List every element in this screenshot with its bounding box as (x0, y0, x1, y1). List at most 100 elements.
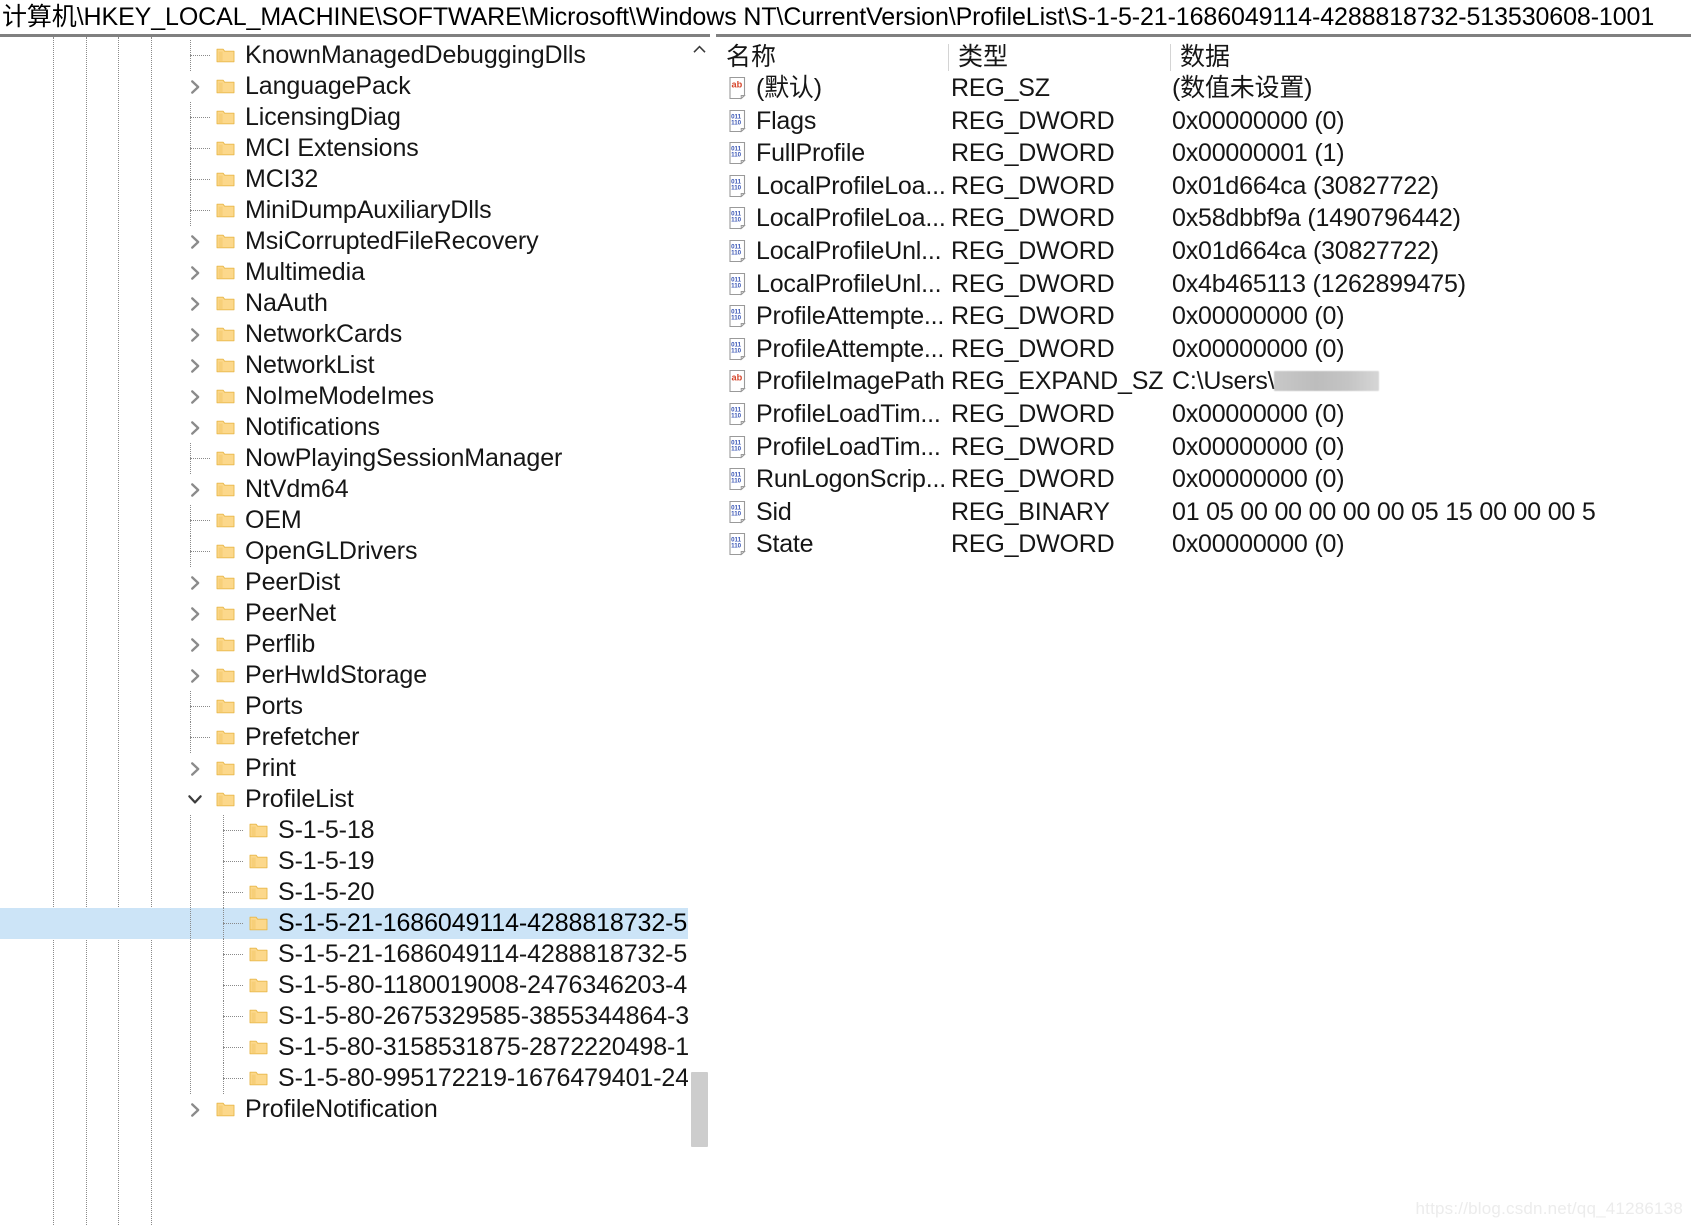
value-row[interactable]: 011 110 LocalProfileLoa... REG_DWORD 0x58dbb… (716, 202, 1691, 235)
scroll-thumb[interactable] (691, 1072, 708, 1147)
tree-item[interactable]: OpenGLDrivers (0, 536, 688, 567)
svg-text:110: 110 (731, 510, 742, 517)
chevron-right-icon[interactable] (184, 71, 206, 102)
tree-item[interactable]: KnownManagedDebuggingDlls (0, 40, 688, 71)
tree-item[interactable]: MiniDumpAuxiliaryDlls (0, 195, 688, 226)
column-header-name[interactable]: 名称 (716, 40, 948, 75)
tree-item[interactable]: S-1-5-80-995172219-1676479401-241 (0, 1063, 688, 1094)
svg-text:110: 110 (731, 315, 742, 322)
tree-connector-line (223, 923, 243, 924)
tree-item[interactable]: Ports (0, 691, 688, 722)
tree-item[interactable]: Prefetcher (0, 722, 688, 753)
value-row[interactable]: 011 110 State REG_DWORD 0x00000000 (0) (716, 528, 1691, 561)
tree-item[interactable]: ProfileNotification (0, 1094, 688, 1125)
tree-item[interactable]: NetworkList (0, 350, 688, 381)
tree-item[interactable]: Notifications (0, 412, 688, 443)
tree-item[interactable]: MsiCorruptedFileRecovery (0, 226, 688, 257)
tree-connector-line (190, 706, 210, 707)
tree-item[interactable]: ProfileList (0, 784, 688, 815)
folder-icon (216, 574, 235, 591)
tree-item[interactable]: S-1-5-20 (0, 877, 688, 908)
column-header-type[interactable]: 类型 (948, 40, 1170, 75)
chevron-right-icon[interactable] (184, 319, 206, 350)
chevron-right-icon[interactable] (184, 381, 206, 412)
chevron-right-icon[interactable] (184, 257, 206, 288)
chevron-right-icon[interactable] (184, 753, 206, 784)
chevron-right-icon[interactable] (184, 226, 206, 257)
value-type: REG_EXPAND_SZ (951, 367, 1164, 396)
tree-connector-line (190, 55, 210, 56)
value-row[interactable]: 011 110 ProfileAttempte... REG_DWORD 0x00000… (716, 300, 1691, 333)
tree-item[interactable]: LicensingDiag (0, 102, 688, 133)
tree-item[interactable]: Perflib (0, 629, 688, 660)
tree-item[interactable]: S-1-5-80-3158531875-2872220498-17 (0, 1032, 688, 1063)
tree-item[interactable]: S-1-5-19 (0, 846, 688, 877)
tree-item[interactable]: NowPlayingSessionManager (0, 443, 688, 474)
tree-item[interactable]: S-1-5-80-1180019008-2476346203-40 (0, 970, 688, 1001)
chevron-right-icon[interactable] (184, 1094, 206, 1125)
value-row[interactable]: 011 110 LocalProfileUnl... REG_DWORD 0x4b465… (716, 268, 1691, 301)
chevron-right-icon[interactable] (184, 288, 206, 319)
value-row[interactable]: ab (默认) REG_SZ (数值未设置) (716, 72, 1691, 105)
value-row[interactable]: 011 110 LocalProfileUnl... REG_DWORD 0x01d66… (716, 235, 1691, 268)
chevron-down-icon[interactable] (184, 784, 206, 815)
tree-item[interactable]: NtVdm64 (0, 474, 688, 505)
address-path-text: 计算机\HKEY_LOCAL_MACHINE\SOFTWARE\Microsof… (2, 3, 1655, 31)
value-row[interactable]: 011 110 Flags REG_DWORD 0x00000000 (0) (716, 105, 1691, 138)
chevron-right-icon[interactable] (184, 412, 206, 443)
value-row[interactable]: 011 110 ProfileAttempte... REG_DWORD 0x00000… (716, 333, 1691, 366)
value-row[interactable]: 011 110 FullProfile REG_DWORD 0x00000001 (1) (716, 137, 1691, 170)
address-bar[interactable]: 计算机\HKEY_LOCAL_MACHINE\SOFTWARE\Microsof… (0, 0, 1691, 34)
tree-item[interactable]: Print (0, 753, 688, 784)
tree-item[interactable]: Multimedia (0, 257, 688, 288)
value-type: REG_DWORD (951, 106, 1115, 135)
value-row[interactable]: 011 110 RunLogonScrip... REG_DWORD 0x0000000… (716, 463, 1691, 496)
tree-item-selected[interactable]: S-1-5-21-1686049114-4288818732-51 (0, 908, 688, 939)
tree-item[interactable]: PerHwIdStorage (0, 660, 688, 691)
values-column-header[interactable]: 名称 类型 数据 (716, 34, 1691, 72)
chevron-right-icon[interactable] (184, 567, 206, 598)
tree-item-label: S-1-5-20 (278, 878, 375, 906)
chevron-right-icon[interactable] (184, 598, 206, 629)
tree-item[interactable]: S-1-5-18 (0, 815, 688, 846)
tree-vertical-scrollbar[interactable] (688, 37, 710, 1225)
tree-connector-line (223, 1016, 243, 1017)
folder-icon (216, 47, 235, 64)
dword-value-icon: 011 110 (726, 239, 751, 264)
tree-item[interactable]: LanguagePack (0, 71, 688, 102)
tree-item[interactable]: NoImeModeImes (0, 381, 688, 412)
value-row[interactable]: 011 110 ProfileLoadTim... REG_DWORD 0x000000… (716, 398, 1691, 431)
value-data: 0x00000000 (0) (1172, 530, 1345, 559)
scroll-up-arrow-icon[interactable] (688, 37, 710, 61)
tree-item[interactable]: S-1-5-80-2675329585-3855344864-34 (0, 1001, 688, 1032)
tree-viewport[interactable]: KnownManagedDebuggingDlls LanguagePack Lic… (0, 37, 688, 1225)
registry-key-tree-pane[interactable]: KnownManagedDebuggingDlls LanguagePack Lic… (0, 34, 710, 1225)
tree-item-label: NaAuth (245, 289, 328, 317)
column-header-data[interactable]: 数据 (1170, 40, 1691, 75)
tree-item[interactable]: MCI Extensions (0, 133, 688, 164)
tree-item[interactable]: S-1-5-21-1686049114-4288818732-51 (0, 939, 688, 970)
tree-item[interactable]: MCI32 (0, 164, 688, 195)
chevron-right-icon[interactable] (184, 629, 206, 660)
tree-item[interactable]: OEM (0, 505, 688, 536)
tree-item[interactable]: PeerNet (0, 598, 688, 629)
svg-text:ab: ab (732, 373, 743, 383)
value-name: Flags (756, 106, 817, 135)
value-data: 0x00000000 (0) (1172, 465, 1345, 494)
value-row[interactable]: 011 110 Sid REG_BINARY 01 05 00 00 00 00 00 … (716, 496, 1691, 529)
chevron-right-icon[interactable] (184, 474, 206, 505)
value-row[interactable]: ab ProfileImagePath REG_EXPAND_SZ C:\Users\ (716, 365, 1691, 398)
chevron-right-icon[interactable] (184, 660, 206, 691)
dword-value-icon: 011 110 (726, 467, 751, 492)
value-row[interactable]: 011 110 ProfileLoadTim... REG_DWORD 0x000000… (716, 431, 1691, 464)
folder-icon (216, 698, 235, 715)
tree-item[interactable]: PeerDist (0, 567, 688, 598)
chevron-right-icon[interactable] (184, 350, 206, 381)
dword-value-icon: 011 110 (726, 304, 751, 329)
tree-connector-line (190, 458, 210, 459)
tree-item-label: PeerDist (245, 568, 341, 596)
tree-item[interactable]: NaAuth (0, 288, 688, 319)
registry-values-pane[interactable]: 名称 类型 数据 ab (默认) REG_SZ (数值未设置) 011 110 Flags R… (716, 34, 1691, 1225)
tree-item[interactable]: NetworkCards (0, 319, 688, 350)
value-row[interactable]: 011 110 LocalProfileLoa... REG_DWORD 0x01d66… (716, 170, 1691, 203)
